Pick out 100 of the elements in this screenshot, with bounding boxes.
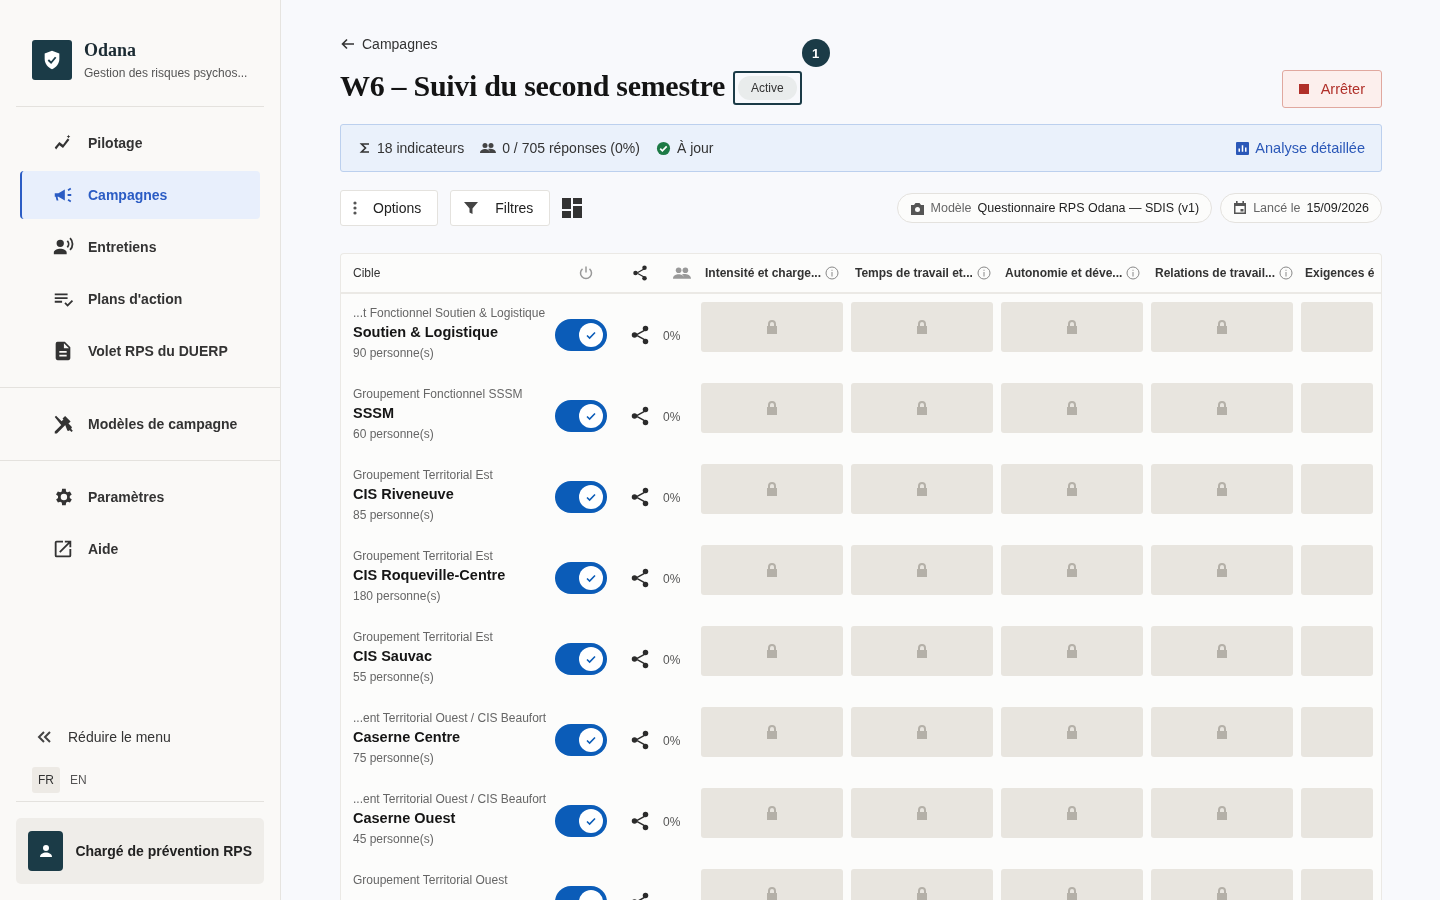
lock-icon: [765, 805, 779, 821]
shield-logo-icon: [32, 40, 72, 80]
share-icon[interactable]: [629, 647, 651, 670]
toggle-switch[interactable]: [555, 723, 607, 756]
lock-icon: [1215, 400, 1229, 416]
headcount: 55 personne(s): [353, 670, 435, 684]
power-icon: [578, 265, 594, 281]
status-pill: Active: [737, 76, 797, 100]
lock-icon: [1215, 319, 1229, 335]
calendar-icon: [1233, 201, 1248, 215]
toggle-switch[interactable]: [555, 804, 607, 837]
people-icon: [480, 142, 497, 154]
sidebar-item[interactable]: Plans d'action: [20, 275, 260, 323]
toggle-switch[interactable]: [555, 480, 607, 513]
toggle-switch[interactable]: [555, 561, 607, 594]
sidebar-item[interactable]: Paramètres: [20, 473, 260, 521]
info-icon[interactable]: [1279, 266, 1294, 280]
user-profile-button[interactable]: Chargé de prévention RPS: [16, 818, 264, 884]
parent-group: Groupement Territorial Est: [353, 549, 555, 563]
collapse-menu-button[interactable]: Réduire le menu: [0, 729, 280, 745]
sidebar-item[interactable]: Volet RPS du DUERP: [20, 327, 260, 375]
share-icon[interactable]: [629, 728, 651, 751]
toggle-switch[interactable]: [555, 318, 607, 351]
share-icon[interactable]: [629, 323, 651, 346]
lock-icon: [1065, 643, 1079, 659]
lock-icon: [915, 886, 929, 900]
lock-icon: [765, 886, 779, 900]
language-option[interactable]: EN: [64, 767, 93, 793]
lock-icon: [915, 319, 929, 335]
lock-icon: [915, 562, 929, 578]
lock-icon: [1065, 400, 1079, 416]
target-name: Soutien & Logistique: [353, 324, 499, 340]
lock-icon: [1215, 643, 1229, 659]
column-header: Cible: [352, 266, 382, 280]
lock-icon: [1215, 562, 1229, 578]
step-badge: 1: [801, 39, 830, 67]
lock-icon: [765, 400, 779, 416]
lock-icon: [915, 724, 929, 740]
lock-icon: [1065, 886, 1079, 900]
kebab-menu-icon: [353, 201, 357, 215]
filters-button[interactable]: Filtres: [450, 190, 551, 226]
lock-icon: [765, 643, 779, 659]
sidebar-item[interactable]: Campagnes: [20, 171, 260, 219]
sidebar-item[interactable]: Modèles de campagne: [20, 400, 260, 448]
lock-icon: [1065, 562, 1079, 578]
lock-icon: [1215, 886, 1229, 900]
indicator-count: 18 indicateurs: [359, 140, 465, 156]
sidebar-item[interactable]: Pilotage: [20, 119, 260, 167]
camera-icon: [909, 201, 925, 215]
language-option[interactable]: FR: [32, 767, 60, 793]
analysis-link[interactable]: Analyse détaillée: [1236, 140, 1365, 156]
target-name: SSSM: [353, 405, 396, 421]
lock-icon: [915, 805, 929, 821]
sigma-icon: [359, 142, 371, 154]
parent-group: ...ent Territorial Ouest / CIS Beaufort: [353, 792, 555, 806]
info-icon[interactable]: [1126, 266, 1141, 280]
column-header: Temps de travail et...: [855, 266, 973, 280]
share-icon[interactable]: [629, 485, 651, 508]
lock-icon: [765, 481, 779, 497]
lock-icon: [765, 724, 779, 740]
response-rate: 0%: [663, 652, 681, 667]
parent-group: ...ent Territorial Ouest / CIS Beaufort: [353, 711, 555, 725]
lock-icon: [1215, 805, 1229, 821]
layout-grid-icon[interactable]: [562, 198, 583, 218]
sync-status: À jour: [655, 140, 714, 156]
headcount: 85 personne(s): [353, 508, 435, 522]
lock-icon: [765, 562, 779, 578]
people-icon: [673, 266, 691, 280]
response-rate: 0%: [663, 490, 681, 505]
app-subtitle: Gestion des risques psychos...: [84, 66, 248, 80]
model-chip: Modèle Questionnaire RPS Odana — SDIS (v1): [896, 193, 1213, 223]
sidebar-item[interactable]: Aide: [20, 525, 260, 573]
page-title: W6 – Suivi du second semestre: [340, 69, 725, 103]
toggle-switch[interactable]: [555, 642, 607, 675]
sidebar-item[interactable]: Entretiens: [20, 223, 260, 271]
launch-date-chip: Lancé le 15/09/2026: [1220, 193, 1382, 223]
share-icon[interactable]: [629, 809, 651, 832]
parent-group: Groupement Fonctionnel SSSM: [353, 387, 555, 401]
response-count: 0 / 705 réponses (0%): [480, 140, 640, 156]
parent-group: Groupement Territorial Ouest: [353, 873, 555, 887]
back-link[interactable]: Campagnes: [340, 36, 438, 52]
lock-icon: [1065, 319, 1079, 335]
target-name: CIS Roqueville-Centre: [353, 567, 507, 583]
parent-group: Groupement Territorial Est: [353, 630, 555, 644]
app-name: Odana: [84, 40, 138, 61]
info-icon[interactable]: [976, 266, 991, 280]
options-button[interactable]: Options: [340, 190, 439, 226]
column-header: Intensité et charge...: [705, 266, 822, 280]
lock-icon: [1065, 724, 1079, 740]
share-icon[interactable]: [629, 566, 651, 589]
external-link-icon: [52, 538, 74, 560]
stop-button[interactable]: Arrêter: [1281, 70, 1382, 108]
info-icon[interactable]: [825, 266, 840, 280]
target-name: Caserne Ouest: [353, 810, 457, 826]
share-icon[interactable]: [629, 404, 651, 427]
lock-icon: [915, 643, 929, 659]
double-chevron-icon: [36, 729, 52, 745]
toggle-switch[interactable]: [555, 399, 607, 432]
share-icon[interactable]: [631, 264, 649, 282]
column-header: Exigences é: [1305, 266, 1375, 280]
